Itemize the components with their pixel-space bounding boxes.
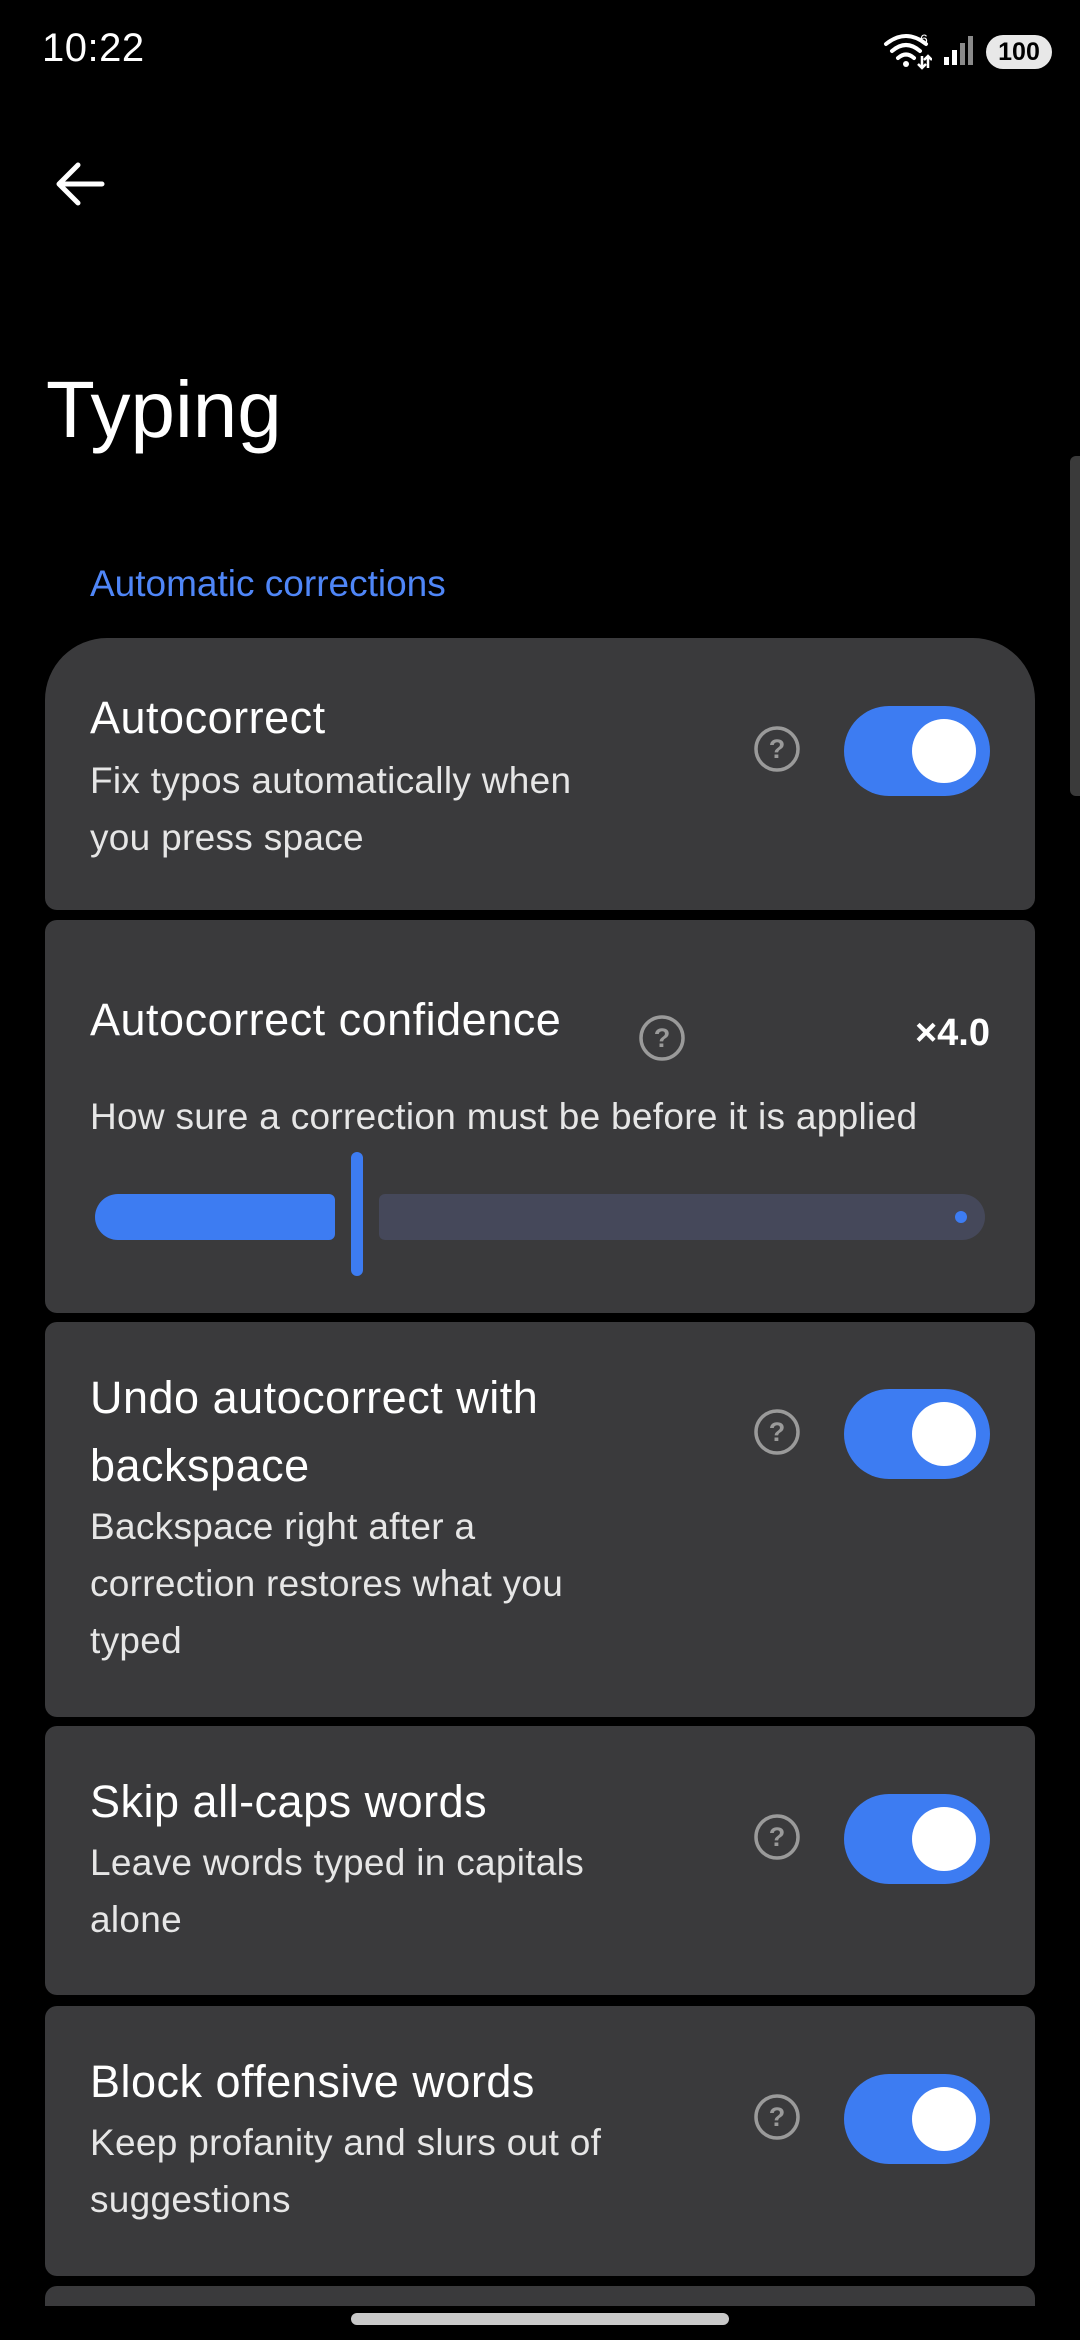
- arrow-left-icon: [54, 160, 106, 213]
- setting-card-partial: [45, 2286, 1035, 2306]
- help-button[interactable]: ?: [752, 1813, 802, 1866]
- question-circle-icon: ?: [753, 2093, 801, 2146]
- setting-description: Leave words typed in capitals: [90, 1842, 585, 1883]
- slider-active-track: [95, 1194, 335, 1240]
- setting-title: Block offensive words: [90, 2056, 535, 2107]
- setting-description: Fix typos automatically when: [90, 760, 572, 801]
- toggle-knob: [912, 1807, 976, 1871]
- page-title: Typing: [46, 365, 282, 454]
- help-button[interactable]: ?: [752, 725, 802, 778]
- help-button[interactable]: ?: [752, 2093, 802, 2146]
- setting-description: typed: [90, 1620, 183, 1661]
- back-button[interactable]: [42, 148, 118, 224]
- setting-title: backspace: [90, 1440, 310, 1491]
- setting-description: correction restores what you: [90, 1563, 564, 1604]
- navigation-handle[interactable]: [351, 2313, 729, 2325]
- battery-indicator: 100: [986, 35, 1052, 69]
- slider-handle[interactable]: [351, 1152, 363, 1276]
- slider-value: ×4.0: [914, 1012, 990, 1054]
- setting-title: Undo autocorrect with: [90, 1372, 539, 1423]
- setting-card-undo-autocorrect[interactable]: Undo autocorrect with backspace Backspac…: [45, 1322, 1035, 1717]
- setting-title: Autocorrect: [90, 692, 326, 743]
- svg-text:?: ?: [769, 1822, 786, 1852]
- setting-description: Backspace right after a: [90, 1506, 476, 1547]
- status-time: 10:22: [42, 26, 145, 70]
- setting-card-autocorrect[interactable]: Autocorrect Fix typos automatically when…: [45, 638, 1035, 910]
- scrollbar[interactable]: [1070, 456, 1080, 796]
- status-icons: 6 100: [882, 30, 1052, 74]
- svg-text:?: ?: [654, 1023, 671, 1053]
- svg-text:?: ?: [769, 2102, 786, 2132]
- setting-description: How sure a correction must be before it …: [90, 1096, 918, 1137]
- status-bar: 10:22 6 100: [0, 0, 1080, 100]
- help-button[interactable]: ?: [637, 1014, 687, 1067]
- skip-all-caps-toggle[interactable]: [844, 1794, 990, 1884]
- setting-description: alone: [90, 1899, 183, 1940]
- question-circle-icon: ?: [753, 1408, 801, 1461]
- section-header: Automatic corrections: [90, 563, 446, 604]
- question-circle-icon: ?: [638, 1014, 686, 1067]
- help-button[interactable]: ?: [752, 1408, 802, 1461]
- setting-description: suggestions: [90, 2179, 291, 2220]
- setting-title: Skip all-caps words: [90, 1776, 488, 1827]
- autocorrect-toggle[interactable]: [844, 706, 990, 796]
- toggle-knob: [912, 1402, 976, 1466]
- setting-description: you press space: [90, 817, 364, 858]
- slider-inactive-track[interactable]: [379, 1194, 985, 1240]
- setting-card-confidence: Autocorrect confidence ? ×4.0 How sure a…: [45, 920, 1035, 1313]
- wifi-icon: 6: [882, 30, 933, 75]
- toggle-knob: [912, 719, 976, 783]
- slider-stop-indicator: [955, 1211, 967, 1223]
- svg-text:?: ?: [769, 1417, 786, 1447]
- block-offensive-toggle[interactable]: [844, 2074, 990, 2164]
- undo-autocorrect-toggle[interactable]: [844, 1389, 990, 1479]
- svg-text:?: ?: [769, 734, 786, 764]
- setting-title: Autocorrect confidence: [90, 994, 562, 1045]
- question-circle-icon: ?: [753, 725, 801, 778]
- toggle-knob: [912, 2087, 976, 2151]
- setting-description: Keep profanity and slurs out of: [90, 2122, 602, 2163]
- signal-icon: [942, 33, 976, 72]
- setting-card-block-offensive[interactable]: Block offensive words Keep profanity and…: [45, 2006, 1035, 2276]
- question-circle-icon: ?: [753, 1813, 801, 1866]
- wifi-badge: 6: [920, 31, 928, 47]
- setting-card-skip-all-caps[interactable]: Skip all-caps words Leave words typed in…: [45, 1726, 1035, 1995]
